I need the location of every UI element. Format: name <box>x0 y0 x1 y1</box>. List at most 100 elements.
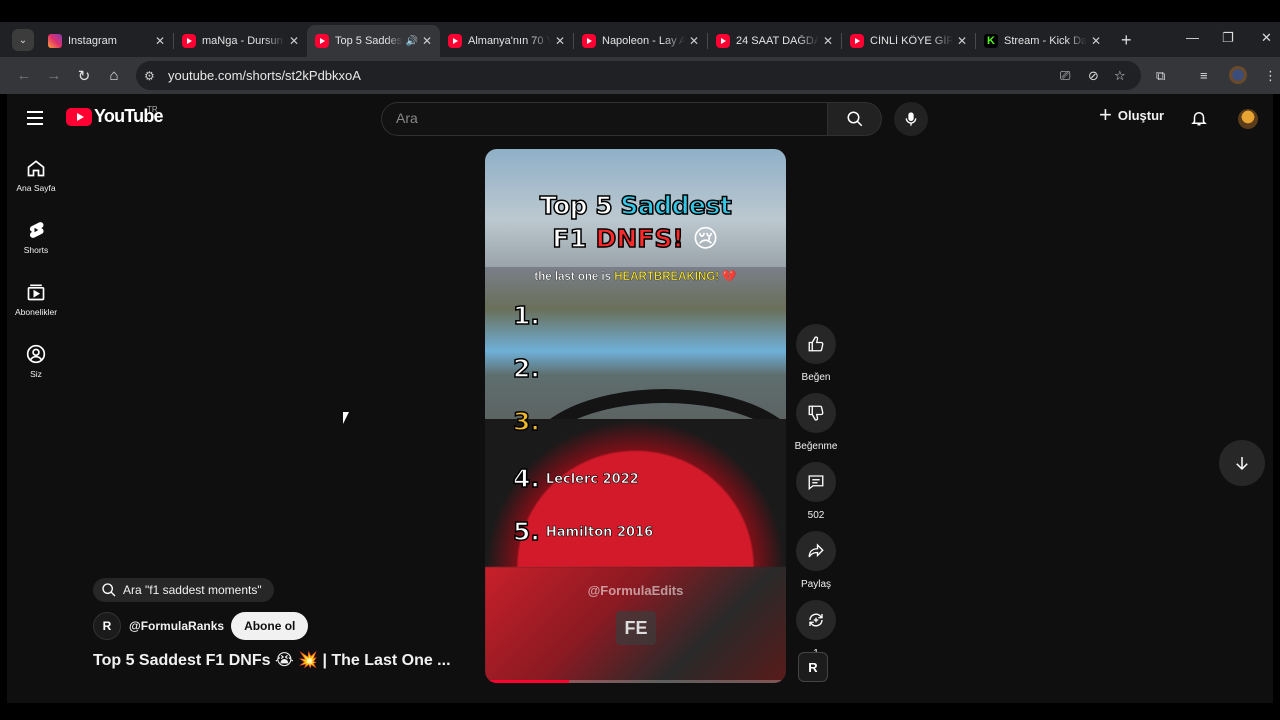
thumbs-down-icon <box>808 405 824 421</box>
home-icon <box>27 160 45 177</box>
browser-tab[interactable]: CİNLİ KÖYE GİRD ✕ <box>842 25 975 57</box>
media-control-icon[interactable]: ≡ <box>1200 68 1208 83</box>
video-logo-mark: FE <box>616 611 656 645</box>
share-button[interactable] <box>796 531 836 571</box>
tab-title: Almanya'nın 70 Y <box>468 35 551 47</box>
share-icon <box>808 543 824 558</box>
restore-icon[interactable]: ❐ <box>1222 30 1234 46</box>
video-progress-bar[interactable] <box>485 680 786 683</box>
video-subtitle-highlight: HEARTBREAKING! <box>614 271 720 283</box>
rank-1: 1. <box>512 300 546 331</box>
remix-button[interactable] <box>796 600 836 640</box>
tab-close-icon[interactable]: ✕ <box>555 34 565 48</box>
search-icon <box>102 583 116 597</box>
browser-tab[interactable]: Instagram ✕ <box>40 25 173 57</box>
tab-close-icon[interactable]: ✕ <box>957 34 967 48</box>
tab-close-icon[interactable]: ✕ <box>289 34 299 48</box>
tab-title: Stream - Kick Da <box>1004 35 1087 47</box>
tab-close-icon[interactable]: ✕ <box>1091 34 1101 48</box>
sidebar-item-shorts[interactable]: Shorts <box>7 212 65 274</box>
youtube-page: YouTube TR + Oluştur Ana Sayfa Shorts <box>7 94 1273 703</box>
tab-title: CİNLİ KÖYE GİRD <box>870 35 953 47</box>
dislike-button[interactable] <box>796 393 836 433</box>
tab-close-icon[interactable]: ✕ <box>689 34 699 48</box>
minimize-icon[interactable]: — <box>1186 30 1199 45</box>
browser-tab-active[interactable]: Top 5 Saddest 🔊 ✕ <box>307 25 440 57</box>
search-suggestion-chip[interactable]: Ara "f1 saddest moments" <box>93 578 274 602</box>
search-input[interactable] <box>396 110 796 126</box>
tab-title: 24 SAAT DAĞDA <box>736 35 819 47</box>
like-label: Beğen <box>801 372 831 383</box>
forward-icon[interactable]: → <box>39 67 69 84</box>
search-box[interactable] <box>381 102 828 136</box>
sidebar-item-subscriptions[interactable]: Abonelikler <box>7 274 65 336</box>
rank-name: Hamilton 2016 <box>545 525 654 541</box>
browser-tab[interactable]: maNga - Dursun ✕ <box>174 25 307 57</box>
back-icon[interactable]: ← <box>9 67 39 84</box>
comments-action: 502 <box>793 462 839 521</box>
video-title-highlight: DNFS! <box>595 223 685 254</box>
install-app-icon[interactable]: ⎚ <box>1060 68 1070 84</box>
shorts-icon <box>29 222 44 238</box>
bell-icon <box>1191 112 1207 126</box>
menu-icon[interactable] <box>27 111 43 125</box>
arrow-down-icon <box>1236 457 1248 471</box>
video-title-text: F1 <box>552 223 596 254</box>
youtube-icon <box>315 34 329 48</box>
tab-close-icon[interactable]: ✕ <box>155 34 165 48</box>
speaker-icon[interactable]: 🔊 <box>405 36 417 47</box>
rank-5: 5. Hamilton 2016 <box>512 516 654 547</box>
address-bar[interactable]: ⚙ youtube.com/shorts/st2kPdbkxoA ⎚ ⊘ ☆ <box>136 61 1141 90</box>
search-chip-label: Ara "f1 saddest moments" <box>123 583 262 597</box>
subscribe-button[interactable]: Abone ol <box>231 612 309 640</box>
home-icon[interactable]: ⌂ <box>99 67 129 84</box>
rank-number: 5. <box>512 516 540 547</box>
voice-search-button[interactable] <box>894 102 928 136</box>
new-tab-button[interactable]: + <box>1121 30 1132 51</box>
broken-heart-emoji: 💔 <box>722 271 737 283</box>
sidebar-item-home[interactable]: Ana Sayfa <box>7 150 65 212</box>
search-button[interactable] <box>828 102 882 136</box>
profile-avatar[interactable] <box>1229 66 1247 84</box>
url-text[interactable]: youtube.com/shorts/st2kPdbkxoA <box>168 68 361 83</box>
browser-tab[interactable]: 24 SAAT DAĞDA ✕ <box>708 25 841 57</box>
share-label: Paylaş <box>800 579 831 590</box>
eye-off-icon[interactable]: ⊘ <box>1088 68 1099 84</box>
extensions-icon[interactable]: ⧉ <box>1156 68 1165 84</box>
next-short-button[interactable] <box>1219 440 1265 486</box>
video-subtitle: the last one is HEARTBREAKING! 💔 <box>485 269 786 283</box>
mouse-cursor-icon <box>343 412 355 424</box>
tab-close-icon[interactable]: ✕ <box>823 34 833 48</box>
reload-icon[interactable]: ↻ <box>69 67 99 85</box>
browser-tab[interactable]: Napoleon - Lay A ✕ <box>574 25 707 57</box>
comments-button[interactable] <box>796 462 836 502</box>
channel-row: R @FormulaRanks Abone ol <box>93 612 309 640</box>
browser-tab[interactable]: K Stream - Kick Da ✕ <box>976 25 1109 57</box>
microphone-icon <box>905 112 917 126</box>
channel-name[interactable]: @FormulaRanks <box>129 619 224 633</box>
more-menu-icon[interactable]: ⋮ <box>1264 68 1277 84</box>
browser-tab[interactable]: Almanya'nın 70 Y ✕ <box>440 25 573 57</box>
site-info-icon[interactable]: ⚙ <box>144 69 164 83</box>
create-button[interactable]: + Oluştur <box>1099 104 1165 126</box>
rank-2: 2. <box>512 353 546 384</box>
notifications-button[interactable] <box>1190 108 1208 133</box>
bookmark-star-icon[interactable]: ☆ <box>1114 68 1126 84</box>
channel-thumbnail[interactable]: R <box>798 652 828 682</box>
account-avatar[interactable] <box>1238 109 1258 129</box>
window-close-icon[interactable]: ✕ <box>1261 30 1272 46</box>
tab-search-button[interactable]: ⌄ <box>12 29 34 51</box>
channel-avatar[interactable]: R <box>93 612 121 640</box>
tab-close-icon[interactable]: ✕ <box>422 34 432 48</box>
create-label: Oluştur <box>1117 107 1165 123</box>
instagram-icon <box>48 34 62 48</box>
short-title[interactable]: Top 5 Saddest F1 DNFs 😭 💥 | The Last One… <box>93 650 463 670</box>
rank-3: 3. <box>512 406 546 437</box>
sidebar-item-you[interactable]: Siz <box>7 336 65 398</box>
remix-icon <box>809 613 823 627</box>
like-button[interactable] <box>796 324 836 364</box>
youtube-icon <box>448 34 462 48</box>
youtube-icon <box>850 34 864 48</box>
shorts-video-player[interactable]: Top 5 Saddest F1 DNFS! 😢 the last one is… <box>485 149 786 683</box>
rank-number: 4. <box>512 463 540 494</box>
